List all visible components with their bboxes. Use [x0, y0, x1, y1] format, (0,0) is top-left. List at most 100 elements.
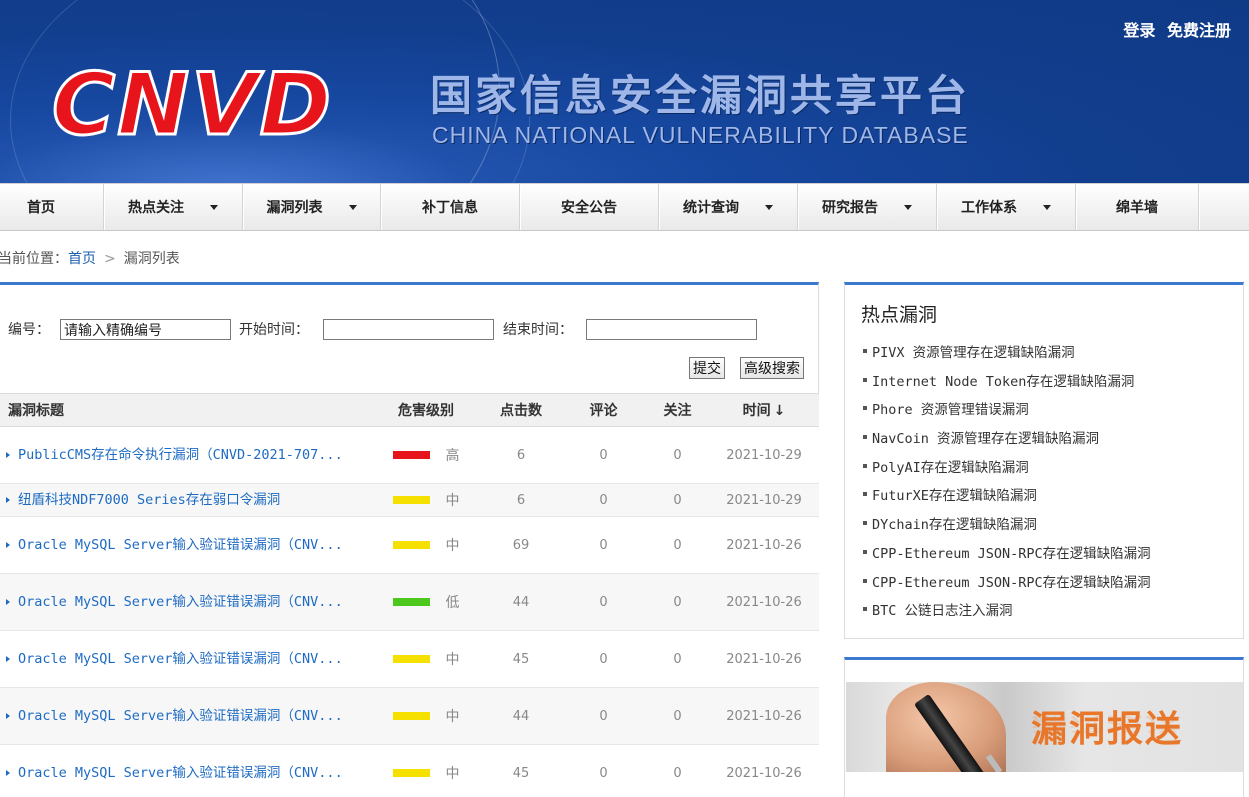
nav-label: 绵羊墙 — [1116, 200, 1158, 216]
row-time: 2021-10-26 — [709, 516, 819, 574]
row-time: 2021-10-29 — [709, 426, 819, 484]
severity-bar — [392, 541, 430, 549]
end-time-label: 结束时间： — [503, 322, 573, 338]
severity-level: 中 — [445, 493, 460, 509]
table-row[interactable]: Oracle MySQL Server输入验证错误漏洞（CNV... 中 45 0 0 2… — [0, 630, 819, 688]
row-severity-cell: 中 — [371, 483, 481, 517]
col-follows[interactable]: 关注 — [646, 393, 709, 427]
hot-vuln-item[interactable]: Phore 资源管理错误漏洞 — [863, 398, 1151, 427]
chevron-down-icon — [1043, 204, 1051, 210]
hot-vuln-item[interactable]: PolyAI存在逻辑缺陷漏洞 — [863, 456, 1151, 485]
nav-system[interactable]: 工作体系 — [937, 184, 1076, 230]
row-severity-cell: 中 — [371, 687, 481, 745]
nav-label: 热点关注 — [128, 200, 184, 216]
row-title-cell: Oracle MySQL Server输入验证错误漏洞（CNV... — [0, 687, 371, 745]
vuln-title-link[interactable]: Oracle MySQL Server输入验证错误漏洞（CNV... — [6, 646, 371, 672]
hot-vuln-item[interactable]: NavCoin 资源管理存在逻辑缺陷漏洞 — [863, 427, 1151, 456]
severity-indicator: 低 — [392, 592, 460, 612]
chevron-down-icon — [348, 204, 357, 210]
row-severity-cell: 中 — [371, 516, 481, 574]
row-severity-cell: 低 — [371, 573, 481, 631]
id-input[interactable] — [60, 319, 231, 340]
nav-patch[interactable]: 补丁信息 — [381, 184, 520, 230]
row-severity-cell: 高 — [371, 426, 481, 484]
login-link[interactable]: 登录 — [1123, 21, 1155, 40]
hot-vuln-item[interactable]: CPP-Ethereum JSON-RPC存在逻辑缺陷漏洞 — [863, 571, 1151, 600]
row-clicks: 6 — [481, 483, 561, 517]
vuln-title-link[interactable]: Oracle MySQL Server输入验证错误漏洞（CNV... — [6, 532, 371, 558]
nav-label: 漏洞列表 — [266, 200, 323, 216]
start-time-input[interactable] — [323, 319, 494, 340]
nav-label: 工作体系 — [961, 200, 1017, 216]
table-row[interactable]: Oracle MySQL Server输入验证错误漏洞（CNV... 中 45 0 0 2… — [0, 744, 819, 797]
severity-level: 低 — [445, 595, 460, 611]
breadcrumb-home-link[interactable]: 首页 — [68, 251, 96, 267]
register-link[interactable]: 免费注册 — [1167, 21, 1231, 40]
search-form: 编号： 开始时间： 结束时间： — [0, 317, 819, 347]
nav-bulletin[interactable]: 安全公告 — [520, 184, 659, 230]
vuln-title-link[interactable]: 纽盾科技NDF7000 Series存在弱口令漏洞 — [6, 487, 371, 513]
row-follows: 0 — [646, 516, 709, 574]
nav-sheep-wall[interactable]: 绵羊墙 — [1076, 184, 1199, 230]
nav-home[interactable]: 首页 — [0, 184, 104, 230]
vuln-table: 漏洞标题 危害级别 点击数 评论 关注 时间 ↓ PublicCMS存在命令执行漏… — [0, 393, 819, 797]
hot-vuln-item[interactable]: BTC 公链日志注入漏洞 — [863, 599, 1151, 628]
col-time[interactable]: 时间 ↓ — [709, 393, 819, 427]
main-nav: 首页 热点关注 漏洞列表 补丁信息 安全公告 统计查询 研究报告 工作体系 绵羊… — [0, 183, 1249, 231]
severity-bar — [392, 496, 430, 504]
nav-hot[interactable]: 热点关注 — [104, 184, 243, 230]
col-title[interactable]: 漏洞标题 — [0, 393, 371, 427]
table-row[interactable]: Oracle MySQL Server输入验证错误漏洞（CNV... 中 69 0 0 2… — [0, 516, 819, 574]
severity-indicator: 中 — [392, 535, 460, 555]
hot-vuln-item[interactable]: DYchain存在逻辑缺陷漏洞 — [863, 513, 1151, 542]
nav-label: 统计查询 — [683, 200, 739, 216]
submit-button[interactable]: 提交 — [689, 357, 725, 379]
cnvd-logo[interactable]: CNVD — [50, 61, 333, 150]
row-clicks: 44 — [481, 573, 561, 631]
table-row[interactable]: Oracle MySQL Server输入验证错误漏洞（CNV... 低 44 0 0 2… — [0, 573, 819, 631]
row-follows: 0 — [646, 483, 709, 517]
col-clicks[interactable]: 点击数 — [481, 393, 561, 427]
vuln-title-link[interactable]: Oracle MySQL Server输入验证错误漏洞（CNV... — [6, 703, 371, 729]
breadcrumb-prefix: 当前位置： — [0, 251, 68, 267]
row-clicks: 69 — [481, 516, 561, 574]
report-banner[interactable]: 漏洞报送 漏洞报送 — [846, 682, 1243, 772]
col-comments[interactable]: 评论 — [561, 393, 646, 427]
vuln-title-link[interactable]: Oracle MySQL Server输入验证错误漏洞（CNV... — [6, 760, 371, 786]
hot-vuln-item[interactable]: CPP-Ethereum JSON-RPC存在逻辑缺陷漏洞 — [863, 542, 1151, 571]
vuln-title-link[interactable]: Oracle MySQL Server输入验证错误漏洞（CNV... — [6, 589, 371, 615]
row-time: 2021-10-26 — [709, 573, 819, 631]
row-clicks: 45 — [481, 744, 561, 797]
site-header: CNVD 国家信息安全漏洞共享平台 CHINA NATIONAL VULNERA… — [0, 0, 1249, 183]
row-follows: 0 — [646, 630, 709, 688]
row-title-cell: Oracle MySQL Server输入验证错误漏洞（CNV... — [0, 573, 371, 631]
col-severity[interactable]: 危害级别 — [371, 393, 481, 427]
row-follows: 0 — [646, 426, 709, 484]
vuln-title-link[interactable]: PublicCMS存在命令执行漏洞（CNVD-2021-707... — [6, 442, 371, 468]
advanced-search-button[interactable]: 高级搜索 — [740, 357, 804, 379]
hot-vuln-item[interactable]: FuturXE存在逻辑缺陷漏洞 — [863, 484, 1151, 513]
start-time-label: 开始时间： — [239, 322, 309, 338]
row-title-cell: Oracle MySQL Server输入验证错误漏洞（CNV... — [0, 744, 371, 797]
table-row[interactable]: Oracle MySQL Server输入验证错误漏洞（CNV... 中 44 0 0 2… — [0, 687, 819, 745]
nav-reports[interactable]: 研究报告 — [798, 184, 937, 230]
nav-stats[interactable]: 统计查询 — [659, 184, 798, 230]
site-title-cn: 国家信息安全漏洞共享平台 — [430, 71, 971, 120]
severity-level: 中 — [445, 709, 460, 725]
row-severity-cell: 中 — [371, 630, 481, 688]
hot-vuln-item[interactable]: Internet Node Token存在逻辑缺陷漏洞 — [863, 370, 1151, 399]
hot-vuln-title: 热点漏洞 — [861, 304, 938, 326]
row-time: 2021-10-29 — [709, 483, 819, 517]
chevron-down-icon — [765, 204, 773, 210]
table-header-row: 漏洞标题 危害级别 点击数 评论 关注 时间 ↓ — [0, 393, 819, 427]
table-row[interactable]: 纽盾科技NDF7000 Series存在弱口令漏洞中 6 0 0 2021-10-29 — [0, 483, 819, 517]
table-row[interactable]: PublicCMS存在命令执行漏洞（CNVD-2021-707... 高 6 0 0 20… — [0, 426, 819, 484]
end-time-input[interactable] — [586, 319, 757, 340]
hot-vuln-item[interactable]: PIVX 资源管理存在逻辑缺陷漏洞 — [863, 341, 1151, 370]
row-title-cell: PublicCMS存在命令执行漏洞（CNVD-2021-707... — [0, 426, 371, 484]
nav-vuln-list[interactable]: 漏洞列表 — [243, 184, 381, 230]
row-comments: 0 — [561, 573, 646, 631]
row-clicks: 44 — [481, 687, 561, 745]
row-title-cell: Oracle MySQL Server输入验证错误漏洞（CNV... — [0, 630, 371, 688]
severity-level: 中 — [445, 538, 460, 554]
